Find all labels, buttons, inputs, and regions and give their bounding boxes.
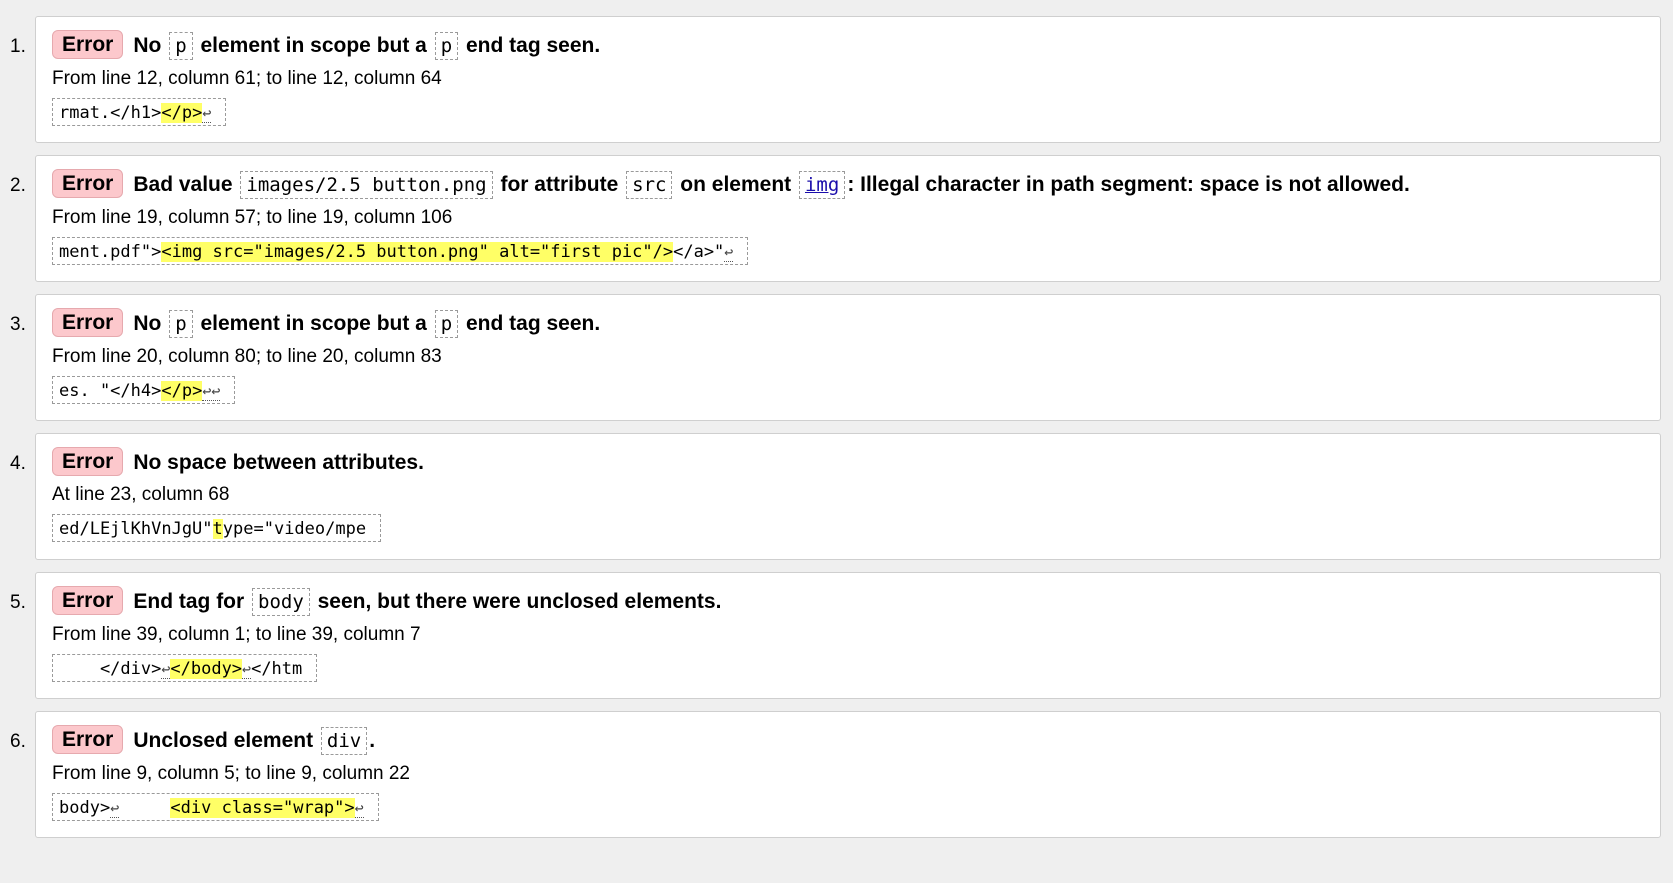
message-text: Bad value bbox=[133, 173, 239, 196]
message-location: From line 39, column 1; to line 39, colu… bbox=[52, 624, 421, 645]
line-feed-marker: ↩ bbox=[354, 799, 364, 818]
error-message: 3. Error No p element in scope but a p en… bbox=[10, 294, 1661, 421]
extract-text: ment.pdf"> bbox=[59, 242, 162, 262]
message-number: 3. bbox=[10, 314, 26, 335]
message-headline: Error Unclosed element div. bbox=[52, 725, 1644, 757]
message-text: element in scope but a bbox=[194, 34, 433, 57]
message-location: From line 12, column 61; to line 12, col… bbox=[52, 68, 442, 89]
code-reference: images/2.5 button.png bbox=[240, 171, 493, 199]
source-extract: es. "</h4></p>↩↩ bbox=[52, 376, 236, 404]
message-number: 2. bbox=[10, 175, 26, 196]
message-text: element in scope but a bbox=[194, 312, 433, 335]
message-location: From line 19, column 57; to line 19, col… bbox=[52, 207, 453, 228]
extract-text: ed/LEjlKhVnJgU" bbox=[59, 519, 213, 539]
error-badge: Error bbox=[52, 169, 124, 198]
code-reference: p bbox=[434, 32, 459, 60]
source-extract: </div>↩</body>↩</htm bbox=[52, 654, 318, 682]
message-text: . bbox=[369, 729, 376, 752]
message-location: From line 9, column 5; to line 9, column… bbox=[52, 763, 411, 784]
extract-highlight: <div class="wrap"> bbox=[170, 798, 355, 818]
error-badge: Error bbox=[52, 447, 124, 476]
error-message: 6. Error Unclosed element div. From line … bbox=[10, 711, 1661, 838]
code-reference: div bbox=[320, 727, 368, 755]
message-number: 4. bbox=[10, 453, 26, 474]
extract-text: body> bbox=[59, 798, 111, 818]
extract-text: rmat.</h1> bbox=[59, 103, 162, 123]
message-text: : Illegal character in path segment: spa… bbox=[847, 173, 1410, 196]
message-text: end tag seen. bbox=[460, 34, 601, 57]
message-text: No space between attributes. bbox=[133, 451, 424, 474]
code-reference: img bbox=[798, 171, 846, 199]
error-message: 2. Error Bad value images/2.5 button.png … bbox=[10, 155, 1661, 282]
source-extract: rmat.</h1></p>↩ bbox=[52, 98, 227, 126]
extract-text bbox=[119, 798, 170, 818]
message-headline: Error No p element in scope but a p end t… bbox=[52, 30, 1644, 62]
error-message: 5. Error End tag for body seen, but there… bbox=[10, 572, 1661, 699]
message-text: seen, but there were unclosed elements. bbox=[311, 590, 722, 613]
extract-highlight: </p> bbox=[161, 381, 203, 401]
extract-text: </div> bbox=[59, 659, 162, 679]
message-number: 1. bbox=[10, 36, 26, 57]
error-badge: Error bbox=[52, 308, 124, 337]
extract-highlight: </p> bbox=[161, 103, 203, 123]
message-text: No bbox=[133, 34, 168, 57]
line-feed-marker: ↩↩ bbox=[202, 382, 221, 401]
source-extract: ment.pdf"><img src="images/2.5 button.pn… bbox=[52, 237, 749, 265]
message-location: At line 23, column 68 bbox=[52, 484, 230, 505]
line-feed-marker: ↩ bbox=[242, 660, 252, 679]
message-headline: Error No space between attributes. bbox=[52, 447, 1644, 478]
error-badge: Error bbox=[52, 586, 124, 615]
line-feed-marker: ↩ bbox=[202, 104, 212, 123]
error-message: 4. Error No space between attributes. At … bbox=[10, 433, 1661, 560]
line-feed-marker: ↩ bbox=[724, 243, 734, 262]
message-headline: Error No p element in scope but a p end t… bbox=[52, 308, 1644, 340]
extract-text: es. "</h4> bbox=[59, 381, 162, 401]
source-extract: body>↩ <div class="wrap">↩ bbox=[52, 793, 379, 821]
error-badge: Error bbox=[52, 725, 124, 754]
source-extract: ed/LEjlKhVnJgU"type="video/mpe bbox=[52, 514, 382, 542]
message-number: 5. bbox=[10, 592, 26, 613]
code-reference: src bbox=[626, 171, 673, 199]
extract-text: ype="video/mpe bbox=[222, 519, 367, 539]
message-headline: Error Bad value images/2.5 button.png for… bbox=[52, 169, 1644, 201]
extract-highlight: t bbox=[212, 519, 223, 539]
message-text: end tag seen. bbox=[460, 312, 601, 335]
error-message: 1. Error No p element in scope but a p en… bbox=[10, 16, 1661, 143]
error-badge: Error bbox=[52, 30, 124, 59]
extract-highlight: <img src="images/2.5 button.png" alt="fi… bbox=[161, 242, 674, 262]
code-reference: p bbox=[434, 310, 459, 338]
extract-text: </a>" bbox=[673, 242, 725, 262]
message-text: for attribute bbox=[494, 173, 625, 196]
message-location: From line 20, column 80; to line 20, col… bbox=[52, 346, 442, 367]
extract-text: </htm bbox=[251, 659, 303, 679]
code-reference: p bbox=[169, 32, 193, 60]
message-text: on element bbox=[674, 173, 797, 196]
message-headline: Error End tag for body seen, but there we… bbox=[52, 586, 1644, 618]
message-text: Unclosed element bbox=[133, 729, 319, 752]
code-reference: body bbox=[252, 588, 310, 616]
message-number: 6. bbox=[10, 731, 26, 752]
message-text: No bbox=[133, 312, 168, 335]
message-text: End tag for bbox=[133, 590, 251, 613]
code-reference: p bbox=[169, 310, 193, 338]
extract-highlight: </body> bbox=[170, 659, 243, 679]
element-spec-link[interactable]: img bbox=[805, 174, 839, 196]
validation-results-list: 1. Error No p element in scope but a p en… bbox=[0, 0, 1673, 838]
line-feed-marker: ↩ bbox=[110, 799, 120, 818]
